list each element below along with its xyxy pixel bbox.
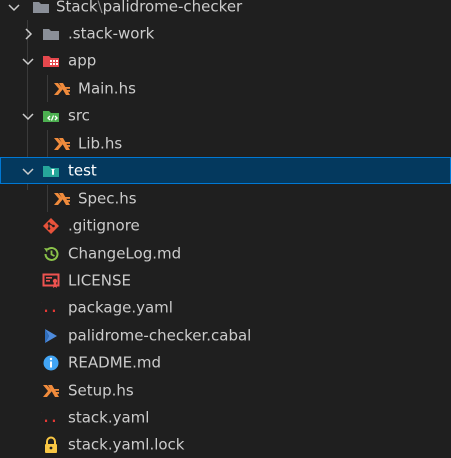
- tree-item-label: package.yaml: [68, 298, 173, 316]
- tree-item-setup-hs[interactable]: Setup.hs: [0, 377, 451, 404]
- cabal-icon: [45, 328, 57, 343]
- root-label-part1: Stack: [56, 0, 98, 15]
- info-icon: [43, 355, 59, 370]
- tree-item-label: test: [68, 161, 97, 179]
- tree-item-label: Spec.hs: [78, 189, 137, 207]
- tree-item-label: stack.yaml: [68, 408, 150, 426]
- tree-item-readme[interactable]: README.md: [0, 349, 451, 376]
- haskell-icon: [54, 192, 70, 205]
- root-folder-label: Stack\palidrome-checker: [56, 0, 242, 14]
- tree-item-label: .gitignore: [68, 216, 140, 234]
- tree-item-gitignore[interactable]: .gitignore: [0, 212, 451, 239]
- test-folder-icon: [43, 165, 59, 177]
- tree-item-label: app: [68, 51, 97, 69]
- tree-item-label: stack.yaml.lock: [68, 435, 185, 453]
- tree-item-main-hs[interactable]: Main.hs: [0, 75, 451, 102]
- haskell-icon: [54, 137, 70, 150]
- chevron-down-icon: [8, 3, 20, 11]
- app-folder-icon: [43, 55, 59, 67]
- tree-item-label: ChangeLog.md: [68, 244, 182, 262]
- tree-item-stack-yaml-lock[interactable]: stack.yaml.lock: [0, 431, 451, 458]
- git-icon: [43, 217, 59, 234]
- tree-item-spec-hs[interactable]: Spec.hs: [0, 185, 451, 212]
- yaml-icon: {..}: [41, 411, 59, 426]
- src-folder-icon: [43, 110, 59, 122]
- tree-item-label: palidrome-checker.cabal: [68, 326, 252, 344]
- chevron-right-icon: [25, 27, 33, 40]
- tree-item-stack-yaml[interactable]: {..} stack.yaml: [0, 404, 451, 431]
- tree-item-changelog[interactable]: ChangeLog.md: [0, 240, 451, 267]
- tree-item-src[interactable]: src: [0, 102, 451, 129]
- file-explorer-tree: Stack\palidrome-checker .stack-work app: [0, 0, 451, 458]
- license-icon: [42, 273, 60, 288]
- tree-item-package-yaml[interactable]: {..} package.yaml: [0, 294, 451, 321]
- root-folder-row[interactable]: Stack\palidrome-checker: [0, 0, 451, 20]
- changelog-icon: [44, 246, 59, 261]
- root-label-part2: palidrome-checker: [102, 0, 243, 15]
- tree-item-label: Lib.hs: [78, 134, 123, 152]
- svg-text:{..}: {..}: [41, 301, 59, 316]
- folder-open-icon: [33, 1, 49, 13]
- yaml-icon: {..}: [41, 301, 59, 316]
- tree-item-label: .stack-work: [68, 24, 155, 42]
- svg-text:{..}: {..}: [41, 411, 59, 426]
- chevron-down-icon: [22, 112, 34, 120]
- tree-item-label: LICENSE: [68, 271, 131, 289]
- tree-item-label: README.md: [68, 353, 162, 371]
- tree-item-lib-hs[interactable]: Lib.hs: [0, 130, 451, 157]
- chevron-down-icon: [22, 167, 34, 175]
- tree-item-license[interactable]: LICENSE: [0, 267, 451, 294]
- lock-icon: [45, 436, 57, 453]
- haskell-icon: [54, 82, 70, 95]
- tree-item-test[interactable]: test: [0, 157, 451, 184]
- tree-item-cabal[interactable]: palidrome-checker.cabal: [0, 322, 451, 349]
- folder-icon: [43, 28, 59, 40]
- haskell-icon: [43, 384, 59, 397]
- tree-item-stack-work[interactable]: .stack-work: [0, 20, 451, 47]
- tree-item-label: Setup.hs: [68, 381, 134, 399]
- chevron-down-icon: [22, 57, 34, 65]
- tree-item-label: Main.hs: [78, 79, 136, 97]
- tree-item-app[interactable]: app: [0, 47, 451, 74]
- tree-item-label: src: [68, 106, 90, 124]
